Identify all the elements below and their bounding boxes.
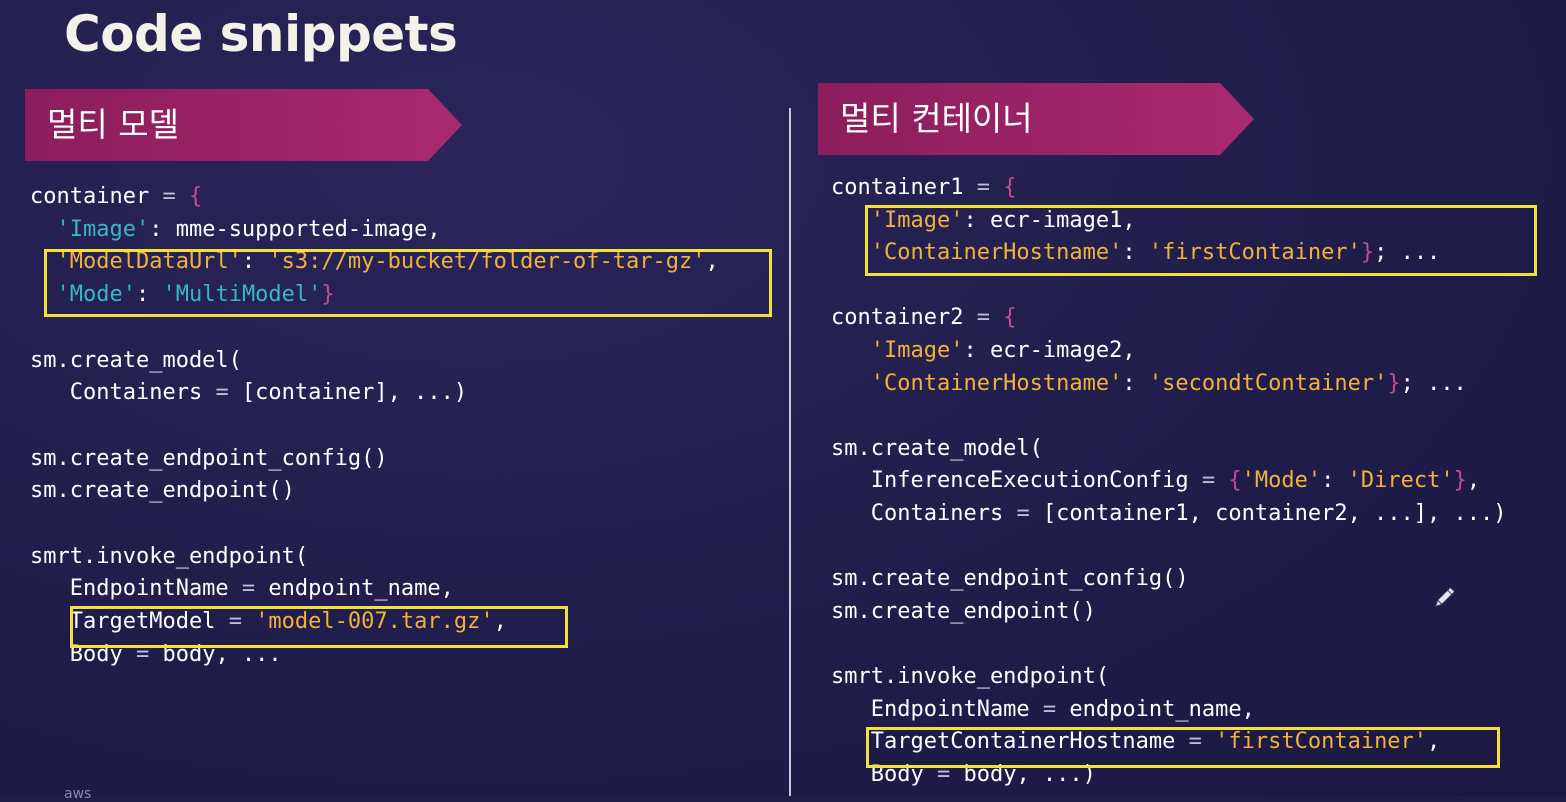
code-token: : xyxy=(1122,370,1149,396)
code-token: sm.create_endpoint() xyxy=(831,598,1096,624)
code-line: 'Image': mme-supported-image, xyxy=(30,215,441,245)
code-token: 'Image' xyxy=(831,338,964,363)
highlight-box-target-model xyxy=(70,606,568,648)
code-token: [container], ...) xyxy=(228,380,468,406)
code-token: endpoint_name, xyxy=(255,576,454,602)
code-line: sm.create_endpoint() xyxy=(831,597,1096,627)
code-token: Containers xyxy=(831,501,1017,526)
code-token: 'Mode' xyxy=(1241,468,1322,494)
highlight-box-target-container-hostname xyxy=(866,727,1500,768)
code-token: , xyxy=(1466,468,1481,494)
code-line: container1 = { xyxy=(831,173,1016,203)
code-token: : ecr-image2, xyxy=(963,338,1136,363)
code-token: container xyxy=(30,184,163,209)
slide-title: Code snippets xyxy=(64,5,458,63)
code-token: { xyxy=(1003,175,1017,200)
code-token: sm.create_endpoint_config() xyxy=(30,445,388,471)
multi-model-banner: 멀티 모델 xyxy=(25,89,462,161)
code-line: 'ContainerHostname': 'secondtContainer'}… xyxy=(831,369,1467,399)
code-token: 'ContainerHostname' xyxy=(831,370,1123,396)
code-token: EndpointName xyxy=(30,576,242,602)
highlight-box-container1 xyxy=(865,205,1537,276)
code-token: sm.create_endpoint_config() xyxy=(831,566,1189,592)
code-line: EndpointName = endpoint_name, xyxy=(30,574,454,604)
code-token: : xyxy=(1321,468,1348,494)
code-token: = xyxy=(162,184,176,209)
aws-logo: aws xyxy=(64,786,92,802)
code-line: InferenceExecutionConfig = {'Mode': 'Dir… xyxy=(831,466,1480,496)
pencil-cursor-icon xyxy=(1434,587,1455,608)
column-divider xyxy=(789,108,791,796)
code-line: 'Image': ecr-image2, xyxy=(831,336,1136,366)
code-token: = xyxy=(976,175,990,200)
code-token: { xyxy=(188,184,203,209)
code-line: container2 = { xyxy=(831,303,1016,333)
code-token: 'secondtContainer' xyxy=(1148,370,1388,396)
code-token: smrt.invoke_endpoint( xyxy=(831,664,1110,689)
code-token: sm.create_model( xyxy=(831,435,1043,461)
code-line: EndpointName = endpoint_name, xyxy=(831,695,1255,725)
code-token: sm.create_endpoint() xyxy=(30,478,295,504)
code-token: EndpointName xyxy=(831,696,1043,722)
multi-container-banner: 멀티 컨테이너 xyxy=(818,83,1254,155)
code-token: : mme-supported-image, xyxy=(149,216,441,242)
code-token: { xyxy=(1228,468,1242,494)
code-line: smrt.invoke_endpoint( xyxy=(831,662,1109,692)
code-token: = xyxy=(241,576,256,602)
code-token: ; ... xyxy=(1400,370,1467,396)
code-token: container1 xyxy=(831,175,977,200)
slide-canvas: Code snippets 멀티 모델 멀티 컨테이너 container = … xyxy=(0,0,1566,802)
highlight-box-model-data-url xyxy=(44,249,772,317)
code-token: = xyxy=(1201,468,1216,494)
code-line: sm.create_endpoint_config() xyxy=(30,444,388,474)
code-token: [container1, container2, ...], ...) xyxy=(1029,501,1507,526)
code-token: sm.create_model( xyxy=(30,347,242,373)
code-token: = xyxy=(215,380,229,406)
code-line: Containers = [container], ...) xyxy=(30,378,467,408)
code-token: container2 xyxy=(831,305,977,331)
code-token: = xyxy=(1016,501,1030,526)
code-token: 'Direct' xyxy=(1347,468,1454,494)
code-token: InferenceExecutionConfig xyxy=(831,468,1202,494)
code-token: = xyxy=(1042,696,1057,722)
code-line: container = { xyxy=(30,182,202,212)
code-token: smrt.invoke_endpoint( xyxy=(30,543,309,569)
code-token: { xyxy=(1003,305,1017,331)
code-line: sm.create_model( xyxy=(30,346,242,376)
code-line: sm.create_endpoint() xyxy=(30,476,295,506)
code-token: 'Image' xyxy=(30,216,150,242)
code-token: endpoint_name, xyxy=(1056,696,1255,722)
code-token: } xyxy=(1387,370,1401,396)
code-line: sm.create_endpoint_config() xyxy=(831,564,1189,594)
code-token: Containers xyxy=(30,380,216,406)
code-line: sm.create_model( xyxy=(831,434,1043,464)
code-line: smrt.invoke_endpoint( xyxy=(30,542,308,572)
code-token: } xyxy=(1453,468,1467,494)
code-line: Containers = [container1, container2, ..… xyxy=(831,499,1507,529)
code-token: = xyxy=(976,305,990,331)
